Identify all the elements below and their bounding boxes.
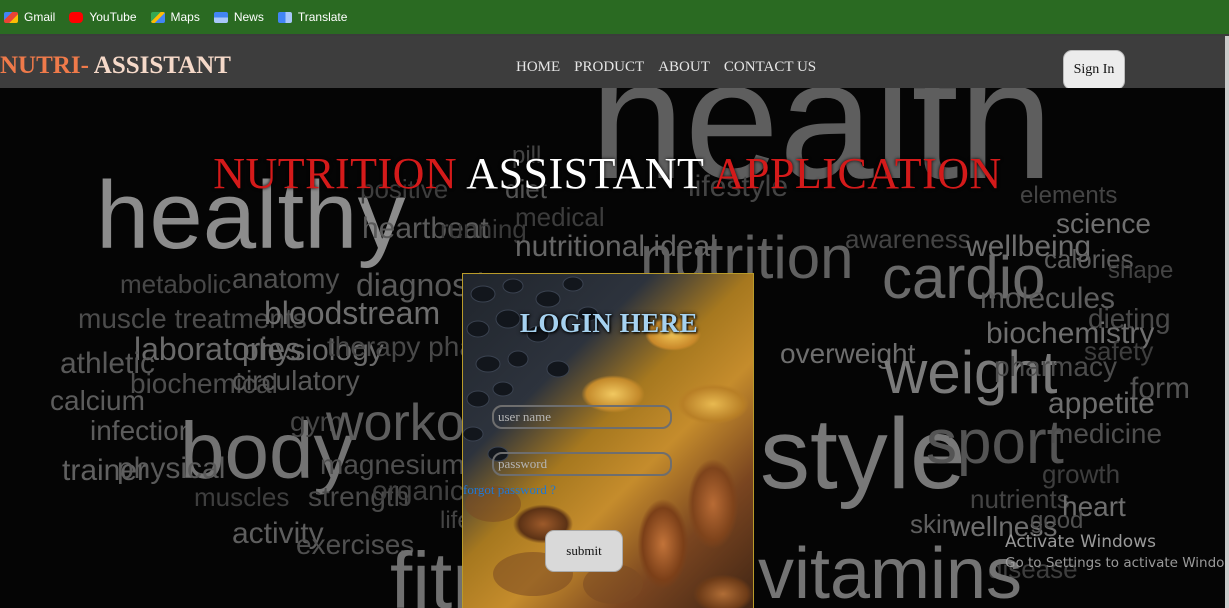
news-icon — [213, 11, 228, 23]
word-cloud-word: infection — [90, 415, 194, 446]
sign-in-button[interactable]: Sign In — [1063, 50, 1125, 90]
word-cloud-word: metabolic — [120, 269, 231, 299]
gmail-icon — [4, 11, 18, 23]
word-cloud-word: physical — [117, 452, 225, 485]
hero-section: healthy health positive heartbeat running die… — [0, 88, 1225, 608]
word-cloud-word: bloodstream — [264, 295, 440, 331]
bookmark-label: Maps — [170, 10, 200, 24]
word-cloud-word: laboratories — [134, 331, 301, 367]
word-cloud-word: muscles — [194, 482, 289, 512]
word-cloud-word: form — [1130, 372, 1190, 405]
watermark-title: Activate Windows — [1005, 532, 1156, 552]
word-cloud-word: medical — [515, 202, 605, 232]
password-input[interactable] — [492, 452, 672, 476]
bookmark-translate[interactable]: Translate — [277, 10, 348, 24]
username-input[interactable] — [492, 405, 672, 429]
word-cloud-word: medicine — [1050, 418, 1162, 449]
brand-part1: NUTRI- — [0, 52, 89, 79]
word-cloud-word: organic — [372, 475, 464, 506]
word-cloud-word: pharmacy — [994, 351, 1117, 382]
nav-about[interactable]: ABOUT — [658, 59, 710, 76]
bookmark-youtube[interactable]: YouTube — [69, 10, 137, 24]
hero-title-assistant: ASSISTANT — [457, 149, 713, 198]
word-cloud-word: calcium — [50, 385, 145, 416]
bookmark-label: News — [233, 10, 264, 24]
nav-product[interactable]: PRODUCT — [574, 59, 644, 76]
bookmark-news[interactable]: News — [213, 10, 264, 24]
hero-title-nutrition: NUTRITION — [213, 149, 458, 198]
login-title: LOGIN HERE — [519, 308, 699, 338]
hero-title-application: APPLICATION — [712, 149, 1002, 198]
translate-icon — [277, 11, 292, 23]
bookmark-label: Gmail — [24, 10, 56, 24]
word-cloud-word: running — [440, 214, 527, 244]
submit-button[interactable]: submit — [545, 530, 623, 572]
nav-contact-us[interactable]: CONTACT US — [724, 59, 816, 76]
word-cloud-word: circulatory — [232, 365, 360, 396]
brand-part2: ASSISTANT — [88, 52, 231, 79]
bookmark-gmail[interactable]: Gmail — [4, 10, 55, 24]
word-cloud-word: shape — [1108, 257, 1173, 284]
brand-logo[interactable]: NUTRI- ASSISTANT — [0, 53, 231, 78]
forgot-password-link[interactable]: forgot password ? — [463, 482, 556, 498]
login-panel: LOGIN HERE forgot password ? submit — [462, 273, 754, 608]
nav-links: HOME PRODUCT ABOUT CONTACT US — [516, 59, 816, 76]
word-cloud-word: good — [1030, 507, 1083, 534]
word-cloud-word: science — [1056, 208, 1151, 239]
maps-icon — [150, 11, 165, 23]
word-cloud-word: anatomy — [232, 263, 339, 294]
activate-windows-watermark: Activate Windows Go to Settings to activ… — [1005, 532, 1225, 571]
bookmark-label: Translate — [297, 10, 348, 24]
youtube-icon — [69, 11, 84, 23]
hero-title: NUTRITION ASSISTANT APPLICATION — [0, 152, 1215, 196]
bookmark-label: YouTube — [89, 10, 137, 24]
navbar: NUTRI- ASSISTANT HOME PRODUCT ABOUT CONT… — [0, 36, 1229, 90]
word-cloud-word: vitamins — [758, 534, 1022, 608]
page-scrollbar[interactable] — [1225, 36, 1229, 608]
bookmark-maps[interactable]: Maps — [150, 10, 200, 24]
bookmarks-bar: Gmail YouTube Maps News Translate — [0, 0, 1229, 36]
nav-home[interactable]: HOME — [516, 59, 560, 76]
watermark-subtitle: Go to Settings to activate Windows. — [1005, 555, 1225, 571]
